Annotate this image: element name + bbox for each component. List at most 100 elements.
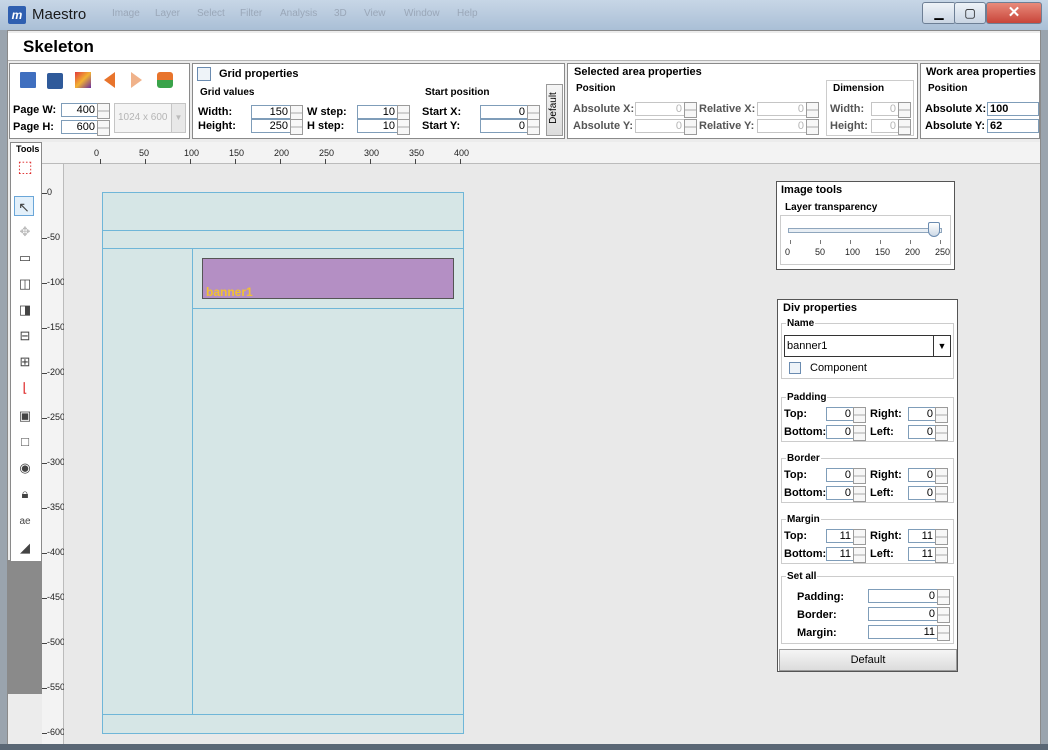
border-bottom-input[interactable]: 0	[826, 486, 866, 502]
margin-left-input[interactable]: 11	[908, 547, 948, 563]
start-y-input[interactable]: 0	[480, 119, 540, 135]
color-icon[interactable]	[75, 72, 91, 88]
open-folder-icon[interactable]	[47, 73, 63, 89]
slider-tick	[850, 240, 851, 244]
padding-bottom-input[interactable]: 0	[826, 425, 866, 441]
move-tool-icon[interactable]: ✥	[15, 222, 35, 242]
selected-absx-label: Absolute X:	[573, 103, 635, 115]
left-strip	[8, 560, 42, 694]
menu-item[interactable]: View	[364, 8, 386, 19]
close-button[interactable]: ✕	[986, 2, 1042, 24]
ruler-label: 350	[409, 148, 425, 158]
image-tools-title: Image tools	[781, 184, 843, 196]
border-right-label: Right:	[870, 469, 902, 481]
div-tool-icon[interactable]: ▭	[15, 248, 35, 268]
grid-default-label: Default	[548, 92, 559, 124]
undo-icon[interactable]	[104, 72, 115, 88]
horizontal-split-icon[interactable]: ◫	[15, 274, 35, 294]
pointer-tool-icon[interactable]: ↖	[14, 196, 34, 216]
menu-item[interactable]: Layer	[155, 8, 180, 19]
border-left-input[interactable]: 0	[908, 486, 948, 502]
page-width-input[interactable]: 400	[61, 103, 110, 119]
component-checkbox[interactable]	[789, 362, 801, 374]
selected-height-input[interactable]: 0	[871, 119, 911, 135]
blank-page-icon[interactable]: □	[15, 432, 35, 452]
padding-top-label: Top:	[784, 408, 808, 420]
selected-absy-input[interactable]: 0	[635, 119, 697, 135]
chevron-down-icon[interactable]: ▼	[933, 336, 950, 356]
setall-margin-input[interactable]: 11	[868, 625, 950, 641]
maximize-button[interactable]: ▢	[954, 2, 986, 24]
grid-default-button[interactable]: Default	[546, 84, 563, 136]
margin-top-input[interactable]: 11	[826, 529, 866, 545]
border-right-input[interactable]: 0	[908, 468, 948, 484]
text-tool-icon[interactable]: ae	[15, 512, 35, 532]
menu-item[interactable]: Filter	[240, 8, 262, 19]
padding-right-label: Right:	[870, 408, 902, 420]
nav-divider	[103, 248, 463, 249]
slider-tick	[790, 240, 791, 244]
corner-tool-icon[interactable]: ⌊	[15, 378, 35, 398]
setall-padding-label: Padding:	[797, 591, 845, 603]
menu-item[interactable]: Analysis	[280, 8, 317, 19]
grid-wstep-input[interactable]: 10	[357, 105, 410, 121]
margin-right-input[interactable]: 11	[908, 529, 948, 545]
padding-top-input[interactable]: 0	[826, 407, 866, 423]
border-top-input[interactable]: 0	[826, 468, 866, 484]
padding-left-input[interactable]: 0	[908, 425, 948, 441]
border-left-label: Left:	[870, 487, 894, 499]
transparency-label: Layer transparency	[785, 202, 878, 213]
document-title: Skeleton	[8, 33, 1040, 61]
menu-item[interactable]: 3D	[334, 8, 347, 19]
grid-width-label: Width:	[198, 106, 233, 118]
banner-div[interactable]: banner1	[202, 258, 454, 299]
margin-bottom-input[interactable]: 11	[826, 547, 866, 563]
start-x-input[interactable]: 0	[480, 105, 540, 121]
grid-hstep-input[interactable]: 10	[357, 119, 410, 135]
work-position-title: Position	[928, 83, 968, 94]
padding-right-input[interactable]: 0	[908, 407, 948, 423]
selected-relx-input[interactable]: 0	[757, 102, 819, 118]
grid-values-title: Grid values	[200, 87, 255, 98]
chevron-down-icon[interactable]: ▼	[171, 104, 185, 132]
menu-item[interactable]: Help	[457, 8, 478, 19]
setall-padding-input[interactable]: 0	[868, 589, 950, 605]
transparency-group	[780, 215, 951, 265]
ruler-label: 50	[139, 148, 150, 158]
transparency-slider-thumb[interactable]	[928, 222, 940, 237]
lock-icon[interactable]: 🔒︎	[15, 484, 35, 504]
menu-item[interactable]: Window	[404, 8, 440, 19]
minimize-button[interactable]: ▁	[922, 2, 956, 24]
div-default-button[interactable]: Default	[779, 649, 957, 671]
app-logo-icon: m	[8, 6, 26, 24]
grid-enable-checkbox[interactable]	[197, 67, 211, 81]
setall-border-input[interactable]: 0	[868, 607, 950, 623]
new-file-icon[interactable]	[20, 72, 36, 88]
grid-tool-icon[interactable]: ⊞	[15, 352, 35, 372]
name-select[interactable]: banner1	[784, 335, 951, 357]
work-absy-label: Absolute Y:	[925, 120, 986, 132]
refresh-icon[interactable]	[157, 72, 173, 88]
selected-rely-input[interactable]: 0	[757, 119, 819, 135]
grid-height-input[interactable]: 250	[251, 119, 303, 135]
selected-width-input[interactable]: 0	[871, 102, 911, 118]
selected-absx-input[interactable]: 0	[635, 102, 697, 118]
columns-icon[interactable]: ◨	[15, 300, 35, 320]
menu-item[interactable]: Image	[112, 8, 140, 19]
grid-width-input[interactable]: 150	[251, 105, 303, 121]
ruler-label: 300	[364, 148, 380, 158]
margin-left-label: Left:	[870, 548, 894, 560]
name-group-title: Name	[786, 318, 816, 329]
select-area-tool-icon[interactable]: ⬚	[15, 158, 35, 178]
menu-item[interactable]: Select	[197, 8, 225, 19]
rounded-corner-icon[interactable]: ◢	[15, 538, 35, 558]
ruler-label: -500	[47, 637, 66, 647]
slider-tick-label: 50	[815, 247, 826, 257]
ruler-label: -300	[47, 457, 66, 467]
image-tool-icon[interactable]: ▣	[15, 406, 35, 426]
page-height-input[interactable]: 600	[61, 120, 110, 136]
rows-icon[interactable]: ⊟	[15, 326, 35, 346]
div-properties-title: Div properties	[783, 302, 857, 314]
redo-icon[interactable]	[131, 72, 142, 88]
eye-icon[interactable]: ◉	[15, 458, 35, 478]
